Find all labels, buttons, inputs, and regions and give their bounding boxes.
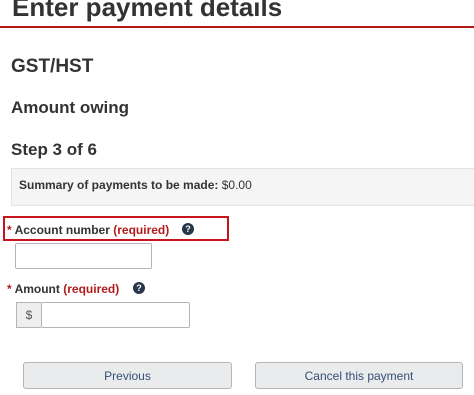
- currency-prefix: $: [16, 302, 41, 328]
- account-number-input[interactable]: [15, 243, 152, 269]
- required-asterisk: *: [7, 282, 12, 296]
- previous-button[interactable]: Previous: [23, 362, 232, 389]
- required-asterisk: *: [7, 223, 12, 237]
- account-number-label-text: Account number: [14, 223, 110, 237]
- title-divider: [0, 26, 474, 28]
- cancel-payment-button[interactable]: Cancel this payment: [255, 362, 463, 389]
- required-tag: (required): [63, 282, 120, 296]
- tax-type-heading: GST/HST: [11, 56, 94, 77]
- question-circle-icon[interactable]: ?: [182, 223, 194, 235]
- summary-value: $0.00: [221, 178, 252, 192]
- page-title: Enter payment details: [12, 0, 283, 22]
- amount-label-text: Amount: [14, 282, 60, 296]
- payment-summary-panel: Summary of payments to be made: $0.00: [11, 168, 474, 206]
- summary-label: Summary of payments to be made:: [19, 178, 219, 192]
- section-heading: Amount owing: [11, 98, 130, 117]
- account-number-label: * Account number (required): [7, 223, 169, 237]
- required-tag: (required): [113, 223, 170, 237]
- question-circle-icon[interactable]: ?: [133, 282, 145, 294]
- step-indicator: Step 3 of 6: [11, 140, 97, 159]
- amount-input[interactable]: [41, 302, 190, 328]
- amount-label: * Amount (required): [7, 282, 119, 296]
